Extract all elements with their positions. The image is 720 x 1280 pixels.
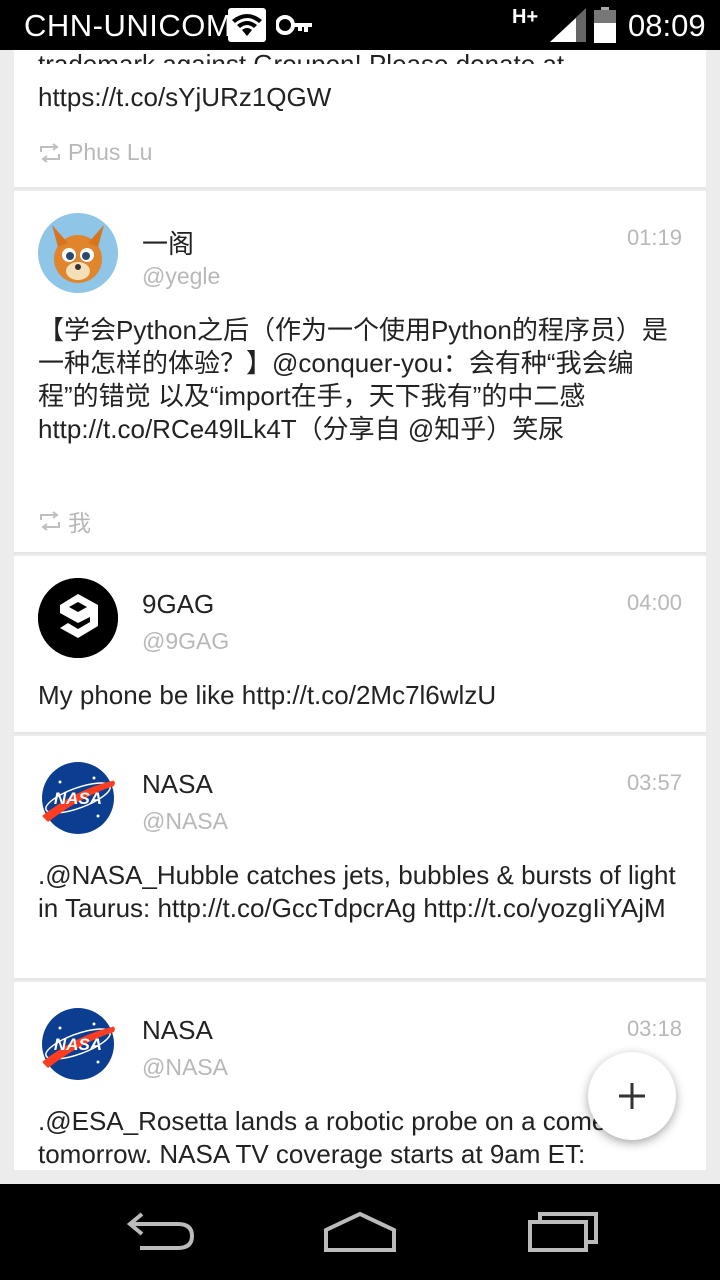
tweet-text-cut: trademark against Groupon! Please donate… <box>38 50 688 64</box>
author-name[interactable]: NASA <box>142 1015 213 1046</box>
author-name[interactable]: NASA <box>142 769 213 800</box>
9gag-logo-icon[interactable] <box>38 578 118 658</box>
tweet-time: 03:57 <box>626 770 682 795</box>
tweet-text[interactable]: My phone be like http://t.co/2Mc7l6wlzU <box>38 679 688 712</box>
clock: 08:09 <box>628 8 706 43</box>
author-name[interactable]: 一阁 <box>142 224 194 261</box>
tweet-text[interactable]: .@NASA_Hubble catches jets, bubbles & bu… <box>38 859 688 925</box>
author-handle[interactable]: @NASA <box>142 1054 228 1081</box>
tweet-text[interactable]: 【学会Python之后（作为一个使用Python的程序员）是一种怎样的体验？】@… <box>38 314 688 446</box>
tweet-text[interactable]: .@ESA_Rosetta lands a robotic probe on a… <box>38 1105 688 1170</box>
home-icon[interactable] <box>320 1206 400 1256</box>
retweeted-by: Phus Lu <box>38 139 152 166</box>
tweet-time: 04:00 <box>626 590 682 615</box>
timeline[interactable]: trademark against Groupon! Please donate… <box>14 50 706 1170</box>
tweet-card[interactable]: NASA NASA @NASA 03:57 .@NASA_Hubble catc… <box>14 736 706 980</box>
author-name[interactable]: 9GAG <box>142 589 214 620</box>
author-handle[interactable]: @9GAG <box>142 628 229 655</box>
tweet-time: 01:19 <box>626 225 682 250</box>
tweet-card-partial[interactable]: trademark against Groupon! Please donate… <box>14 50 706 189</box>
fox-avatar-icon[interactable] <box>38 213 118 293</box>
recents-icon[interactable] <box>524 1206 604 1256</box>
tweet-time: 03:18 <box>626 1016 682 1041</box>
retweeted-by-name: 我 <box>68 510 91 536</box>
status-bar: CHN-UNICOM H+ 08:09 <box>0 0 720 50</box>
tweet-card[interactable]: 一阁 @yegle 01:19 【学会Python之后（作为一个使用Python… <box>14 191 706 554</box>
retweeted-by: 我 <box>38 504 91 538</box>
plus-icon <box>619 1083 645 1109</box>
author-handle[interactable]: @NASA <box>142 808 228 835</box>
signal-icon <box>550 8 586 42</box>
retweet-icon <box>40 142 60 163</box>
battery-icon <box>594 7 616 43</box>
navigation-bar <box>0 1184 720 1280</box>
compose-button[interactable] <box>588 1052 676 1140</box>
network-type: H+ <box>512 6 539 28</box>
back-icon[interactable] <box>120 1206 200 1256</box>
wifi-icon <box>228 8 266 42</box>
tweet-card[interactable]: 9GAG @9GAG 04:00 My phone be like http:/… <box>14 556 706 734</box>
author-handle[interactable]: @yegle <box>142 263 220 290</box>
svg-text:NASA: NASA <box>54 1035 102 1054</box>
vpn-key-icon <box>276 15 312 35</box>
retweet-icon <box>40 511 60 531</box>
nasa-logo-icon[interactable]: NASA <box>38 1004 118 1084</box>
carrier-name: CHN-UNICOM <box>24 8 233 43</box>
svg-text:NASA: NASA <box>54 789 102 808</box>
tweet-text[interactable]: https://t.co/sYjURz1QGW <box>38 81 688 114</box>
nasa-logo-icon[interactable]: NASA <box>38 758 118 838</box>
retweeted-by-name: Phus Lu <box>68 139 153 165</box>
